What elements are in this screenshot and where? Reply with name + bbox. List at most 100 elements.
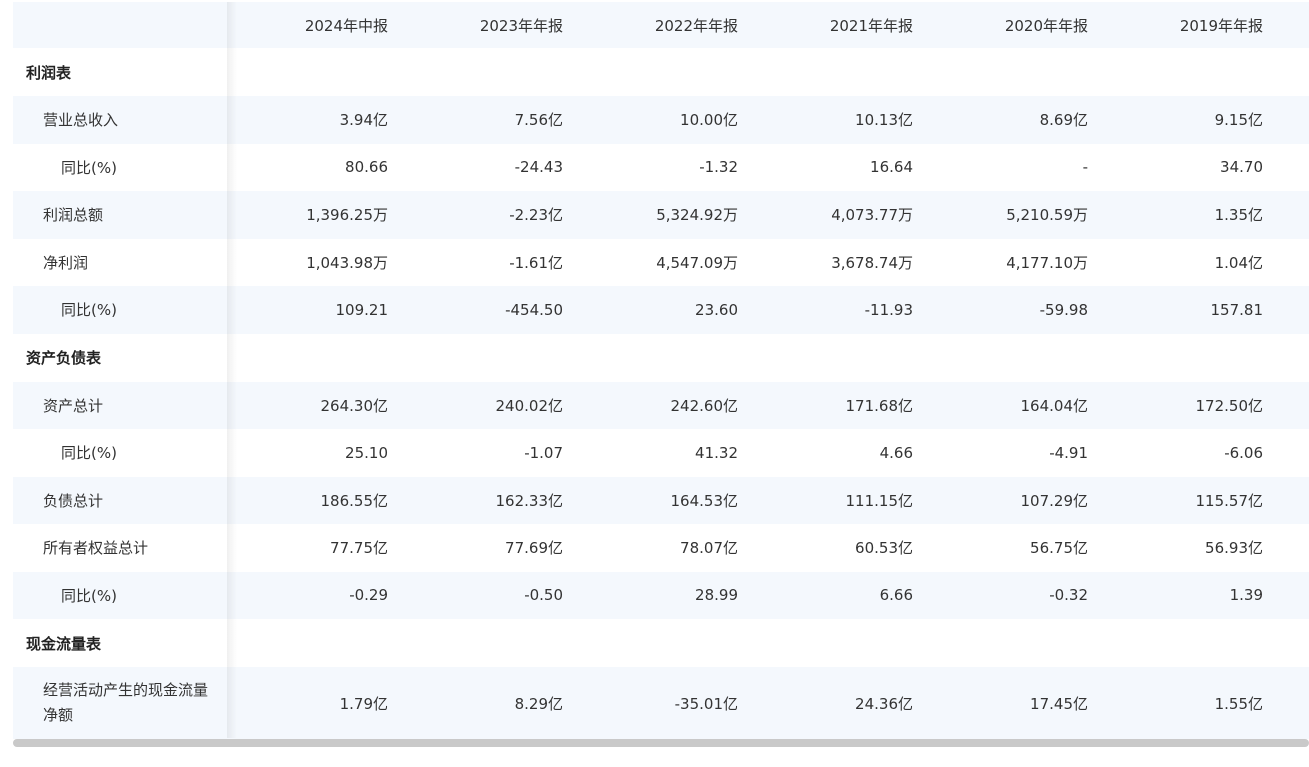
row-label: 资产总计 (43, 396, 104, 415)
value-cell: -35.01亿 (674, 694, 738, 713)
table-row: 同比(%) 109.21 -454.50 23.60 -11.93 -59.98 157.8… (13, 286, 1309, 334)
row-label: 所有者权益总计 (43, 539, 149, 558)
table-row: 负债总计 186.55亿 162.33亿 164.53亿 111.15亿 107.29亿 1… (13, 476, 1309, 524)
row-label-text: 经营活动产生的现金流量净额 (43, 681, 209, 724)
value-cell: 10.13亿 (855, 111, 913, 130)
value-cell: 41.32 (695, 443, 738, 462)
value-cell: -2.23亿 (509, 206, 563, 225)
value-cell: 8.29亿 (514, 694, 563, 713)
value-cell: 60.53亿 (855, 539, 913, 558)
value-cell: 56.93亿 (1205, 539, 1263, 558)
value-cell: 25.10 (345, 443, 388, 462)
value-cell: 16.64 (870, 158, 913, 177)
value-cell: 34.70 (1220, 158, 1263, 177)
financial-summary-table: 2024年中报 2023年年报 2022年年报 2021年年报 2020年年报 2019年… (13, 2, 1309, 739)
value-cell: 1.35亿 (1214, 206, 1263, 225)
row-label: 营业总收入 (43, 111, 119, 130)
value-cell: 107.29亿 (1020, 491, 1089, 510)
table-header-row: 2024年中报 2023年年报 2022年年报 2021年年报 2020年年报 2019年… (13, 2, 1309, 48)
value-cell: - (1082, 158, 1088, 177)
table-row: 经营活动产生的现金流量净额 1.79亿 8.29亿 -35.01亿 24.36亿 17.4… (13, 667, 1309, 739)
value-cell: 77.75亿 (330, 539, 388, 558)
value-cell: 24.36亿 (855, 694, 913, 713)
table-row: 同比(%) -0.29 -0.50 28.99 6.66 -0.32 1.39 (13, 571, 1309, 619)
section-title: 利润表 (26, 63, 72, 82)
value-cell: -6.06 (1224, 443, 1263, 462)
value-cell: 115.57亿 (1195, 491, 1264, 510)
value-cell: 162.33亿 (495, 491, 564, 510)
section-title: 资产负债表 (26, 349, 102, 367)
value-cell: 186.55亿 (320, 491, 389, 510)
value-cell: 3.94亿 (339, 111, 388, 130)
value-cell: -0.32 (1049, 586, 1088, 605)
value-cell: 4.66 (879, 443, 913, 462)
section-header-row: 利润表 (13, 48, 1309, 96)
value-cell: 242.60亿 (670, 396, 739, 415)
value-cell: 1.55亿 (1214, 694, 1263, 713)
table-row: 同比(%) 80.66 -24.43 -1.32 16.64-34.70 (13, 143, 1309, 191)
row-label: 利润总额 (43, 206, 104, 225)
value-cell: 171.68亿 (845, 396, 914, 415)
value-cell: -24.43 (514, 158, 563, 177)
table-row: 营业总收入 3.94亿 7.56亿 10.00亿 10.13亿 8.69亿 9.15亿 (13, 96, 1309, 144)
value-cell: 80.66 (345, 158, 388, 177)
value-cell: 1,396.25万 (306, 206, 388, 225)
value-cell: -4.91 (1049, 443, 1088, 462)
value-cell: 164.04亿 (1020, 396, 1089, 415)
section-header-row: 现金流量表 (13, 619, 1309, 667)
section-header-row: 资产负债表 (13, 333, 1309, 382)
value-cell: -59.98 (1039, 300, 1088, 319)
value-cell: -1.07 (524, 443, 563, 462)
value-cell: 1.79亿 (339, 694, 388, 713)
value-cell: 5,210.59万 (1006, 206, 1088, 225)
column-header: 2024年中报 (304, 16, 388, 35)
table-row: 所有者权益总计 77.75亿 77.69亿 78.07亿 60.53亿 56.75亿 56.… (13, 524, 1309, 572)
column-header: 2021年年报 (829, 16, 913, 35)
section-title: 现金流量表 (26, 634, 102, 653)
column-header: 2020年年报 (1004, 16, 1088, 35)
value-cell: 17.45亿 (1030, 694, 1088, 713)
value-cell: 109.21 (335, 300, 389, 319)
value-cell: 23.60 (695, 300, 738, 319)
value-cell: 56.75亿 (1030, 539, 1088, 558)
value-cell: 9.15亿 (1214, 111, 1263, 130)
row-label: 经营活动产生的现金流量净额 (13, 667, 257, 739)
value-cell: 5,324.92万 (656, 206, 738, 225)
value-cell: 240.02亿 (495, 396, 564, 415)
value-cell: 1,043.98万 (306, 253, 388, 272)
table-row: 利润总额 1,396.25万 -2.23亿 5,324.92万 4,073.77万 5,2… (13, 191, 1309, 239)
value-cell: 77.69亿 (505, 539, 563, 558)
value-cell: 6.66 (879, 586, 913, 605)
value-cell: 4,073.77万 (831, 206, 913, 225)
value-cell: 164.53亿 (670, 491, 739, 510)
value-cell: 4,547.09万 (656, 253, 738, 272)
value-cell: 28.99 (695, 586, 738, 605)
value-cell: 157.81 (1210, 300, 1264, 319)
value-cell: 264.30亿 (320, 396, 389, 415)
table-row: 净利润 1,043.98万 -1.61亿 4,547.09万 3,678.74万 4,17… (13, 238, 1309, 286)
value-cell: -11.93 (864, 300, 913, 319)
value-cell: 10.00亿 (680, 111, 738, 130)
column-header: 2019年年报 (1179, 16, 1263, 35)
value-cell: 3,678.74万 (831, 253, 913, 272)
table-row: 同比(%) 25.10 -1.07 41.32 4.66 -4.91 -6.06 (13, 429, 1309, 477)
value-cell: 111.15亿 (845, 491, 914, 510)
horizontal-scrollbar[interactable] (13, 739, 1309, 747)
value-cell: 8.69亿 (1039, 111, 1088, 130)
value-cell: -0.29 (349, 586, 388, 605)
row-label: 负债总计 (43, 491, 104, 510)
value-cell: -1.32 (699, 158, 738, 177)
value-cell: -454.50 (505, 300, 563, 319)
value-cell: -0.50 (524, 586, 563, 605)
value-cell: 1.39 (1229, 586, 1263, 605)
column-header: 2023年年报 (479, 16, 563, 35)
value-cell: 172.50亿 (1195, 396, 1264, 415)
header-label-cell (13, 2, 227, 48)
column-header: 2022年年报 (654, 16, 738, 35)
value-cell: 1.04亿 (1214, 253, 1263, 272)
table-row: 资产总计 264.30亿 240.02亿 242.60亿 171.68亿 164.04亿 1… (13, 381, 1309, 429)
value-cell: -1.61亿 (509, 253, 563, 272)
value-cell: 7.56亿 (514, 111, 563, 130)
value-cell: 4,177.10万 (1006, 253, 1088, 272)
value-cell: 78.07亿 (680, 539, 738, 558)
